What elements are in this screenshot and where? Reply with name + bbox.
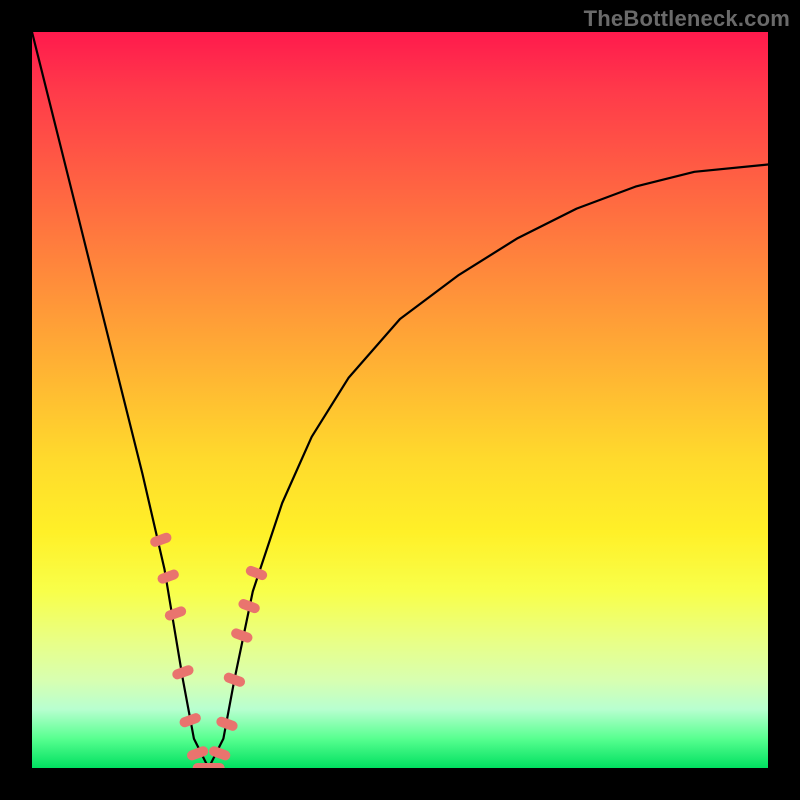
highlight-markers [149, 531, 269, 761]
watermark-text: TheBottleneck.com [584, 6, 790, 32]
plot-frame [32, 32, 768, 768]
bottleneck-curve [32, 32, 768, 768]
highlight-marker [149, 531, 173, 548]
highlight-marker [156, 568, 180, 585]
bottleneck-chart [32, 32, 768, 768]
highlight-marker [163, 605, 187, 622]
